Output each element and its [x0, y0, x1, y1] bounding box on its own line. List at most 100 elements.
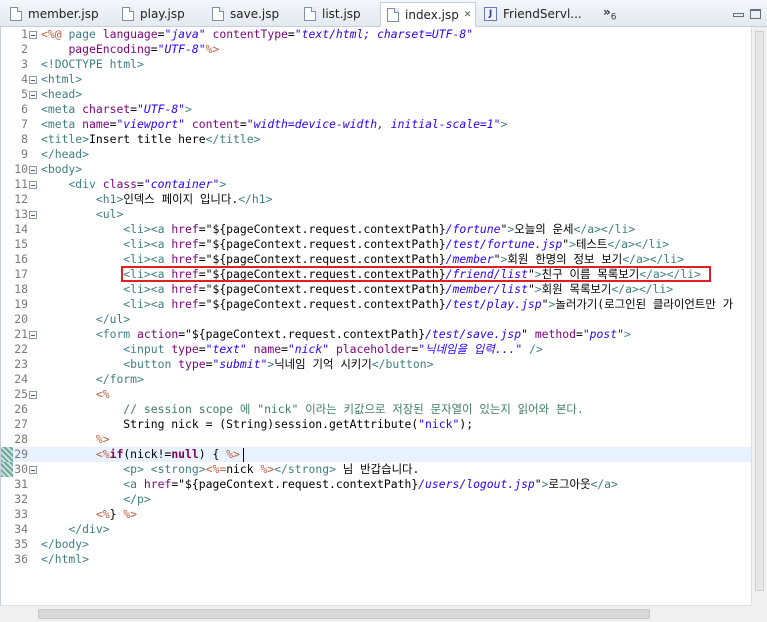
line-number: 14 [14, 222, 28, 236]
code-token: "text/html; charset=UTF-8" [294, 27, 474, 41]
fold-collapse-icon[interactable] [29, 181, 37, 189]
code-token: class [102, 177, 138, 191]
fold-collapse-icon[interactable] [29, 391, 37, 399]
vertical-scroll-thumb[interactable] [755, 31, 764, 591]
tab-member-jsp[interactable]: member.jsp [4, 2, 112, 26]
code-line[interactable]: 8 <title>Insert title here</title> [1, 132, 752, 147]
code-line[interactable]: 12 <h1>인덱스 페이지 입니다.</h1> [1, 192, 752, 207]
code-line[interactable]: 4 <html> [1, 72, 752, 87]
code-line[interactable]: 19 <li><a href="${pageContext.request.co… [1, 297, 752, 312]
code-token: "UTF-8" [157, 42, 206, 56]
code-token: 닉네임 기억 시키기 [274, 357, 372, 371]
code-line[interactable]: 20 </ul> [1, 312, 752, 327]
code-text: <input type="text" name="nick" placehold… [41, 342, 543, 357]
code-line[interactable]: 6 <meta charset="UTF-8"> [1, 102, 752, 117]
line-number: 8 [21, 132, 28, 146]
file-icon [212, 7, 224, 21]
code-text: <p> <strong><%=nick %></strong> 님 반갑습니다. [41, 462, 419, 477]
fold-collapse-icon[interactable] [29, 331, 37, 339]
tab-overflow-button[interactable]: »6 [603, 5, 617, 22]
code-line[interactable]: 3 <!DOCTYPE html> [1, 57, 752, 72]
line-number: 13 [14, 207, 28, 221]
code-line[interactable]: 10 <body> [1, 162, 752, 177]
tab-play-jsp[interactable]: play.jsp [116, 2, 202, 26]
fold-collapse-icon[interactable] [29, 31, 37, 39]
code-line[interactable]: 35 </body> [1, 537, 752, 552]
code-line[interactable]: 24 </form> [1, 372, 752, 387]
code-token: %> [260, 462, 275, 476]
line-number: 11 [14, 177, 28, 191]
code-token: <head> [41, 87, 83, 101]
code-token: > [219, 177, 227, 191]
code-line[interactable]: 13 <ul> [1, 207, 752, 222]
fold-collapse-icon[interactable] [29, 91, 37, 99]
code-token: </strong> [274, 462, 336, 476]
code-text: </html> [41, 552, 89, 567]
code-line[interactable]: 23 <button type="submit">닉네임 기억 시키기</but… [1, 357, 752, 372]
code-token: 놀러가기(로그인된 클라이언트만 가 [555, 297, 734, 311]
code-token: > [541, 477, 549, 491]
tab-index-jsp[interactable]: index.jsp ✕ [380, 2, 476, 27]
code-token: <h1> [95, 192, 124, 206]
tab-save-jsp[interactable]: save.jsp [206, 2, 294, 26]
code-token: ="${pageContext.request.contextPath} [198, 252, 446, 266]
code-text: <%if(nick!=null) { %> [41, 447, 240, 462]
tab-friendservlet[interactable]: J FriendServl... [478, 2, 590, 26]
code-token: > [185, 102, 192, 116]
code-token: </a></li> [611, 282, 674, 296]
code-line[interactable]: 34 </div> [1, 522, 752, 537]
code-token: page [68, 27, 103, 41]
code-line[interactable]: 36 </html> [1, 552, 752, 567]
code-line[interactable]: 5 <head> [1, 87, 752, 102]
fold-collapse-icon[interactable] [29, 166, 37, 174]
code-line[interactable]: 31 <a href="${pageContext.request.contex… [1, 477, 752, 492]
code-token: = [239, 117, 247, 131]
line-number: 35 [14, 537, 28, 551]
code-token: <li><a [123, 222, 172, 236]
line-number: 16 [14, 252, 28, 266]
line-number: 28 [14, 432, 28, 446]
code-token: > [569, 237, 576, 251]
vertical-scrollbar[interactable] [751, 27, 767, 605]
code-line[interactable]: 29 <%if(nick!=null) { %> [1, 447, 752, 462]
code-line[interactable]: 1 <%@ page language="java" contentType="t… [1, 27, 752, 42]
code-line[interactable]: 26 // session scope 에 "nick" 이라는 키값으로 저장… [1, 402, 752, 417]
code-token: 회원 한명의 정보 보기 [507, 252, 623, 266]
line-number: 9 [21, 147, 28, 161]
code-line[interactable]: 28 %> [1, 432, 752, 447]
code-line[interactable]: 18 <li><a href="${pageContext.request.co… [1, 282, 752, 297]
maximize-icon[interactable] [750, 9, 761, 19]
close-icon[interactable]: ✕ [464, 10, 472, 20]
minimize-icon[interactable] [733, 13, 744, 17]
code-line[interactable]: 14 <li><a href="${pageContext.request.co… [1, 222, 752, 237]
code-line[interactable]: 15 <li><a href="${pageContext.request.co… [1, 237, 752, 252]
fold-collapse-icon[interactable] [29, 211, 37, 219]
code-token: " [527, 282, 535, 296]
code-token: href [171, 282, 199, 296]
code-line[interactable]: 30 <p> <strong><%=nick %></strong> 님 반갑습… [1, 462, 752, 477]
tab-list-jsp[interactable]: list.jsp [298, 2, 378, 26]
code-line[interactable]: 33 <%} %> [1, 507, 752, 522]
code-editor[interactable]: 1 <%@ page language="java" contentType="t… [0, 27, 752, 605]
code-line[interactable]: 32 </p> [1, 492, 752, 507]
code-line[interactable]: 7 <meta name="viewport" content="width=de… [1, 117, 752, 132]
code-line[interactable]: 27 String nick = (String)session.getAttr… [1, 417, 752, 432]
horizontal-scrollbar[interactable] [0, 605, 751, 622]
code-token: placeholder [335, 342, 412, 356]
code-line[interactable]: 25 <% [1, 387, 752, 402]
horizontal-scroll-thumb[interactable] [38, 609, 650, 619]
code-token: action [137, 327, 179, 341]
code-token: type [178, 357, 206, 371]
code-line[interactable]: 9 </head> [1, 147, 752, 162]
code-line[interactable]: 16 <li><a href="${pageContext.request.co… [1, 252, 752, 267]
fold-collapse-icon[interactable] [29, 466, 37, 474]
code-line[interactable]: 2 pageEncoding="UTF-8"%> [1, 42, 752, 57]
code-text: </div> [41, 522, 109, 537]
fold-collapse-icon[interactable] [29, 76, 37, 84]
code-line[interactable]: 22 <input type="text" name="nick" placeh… [1, 342, 752, 357]
code-line[interactable]: 21 <form action="${pageContext.request.c… [1, 327, 752, 342]
code-line[interactable]: 11 <div class="container"> [1, 177, 752, 192]
